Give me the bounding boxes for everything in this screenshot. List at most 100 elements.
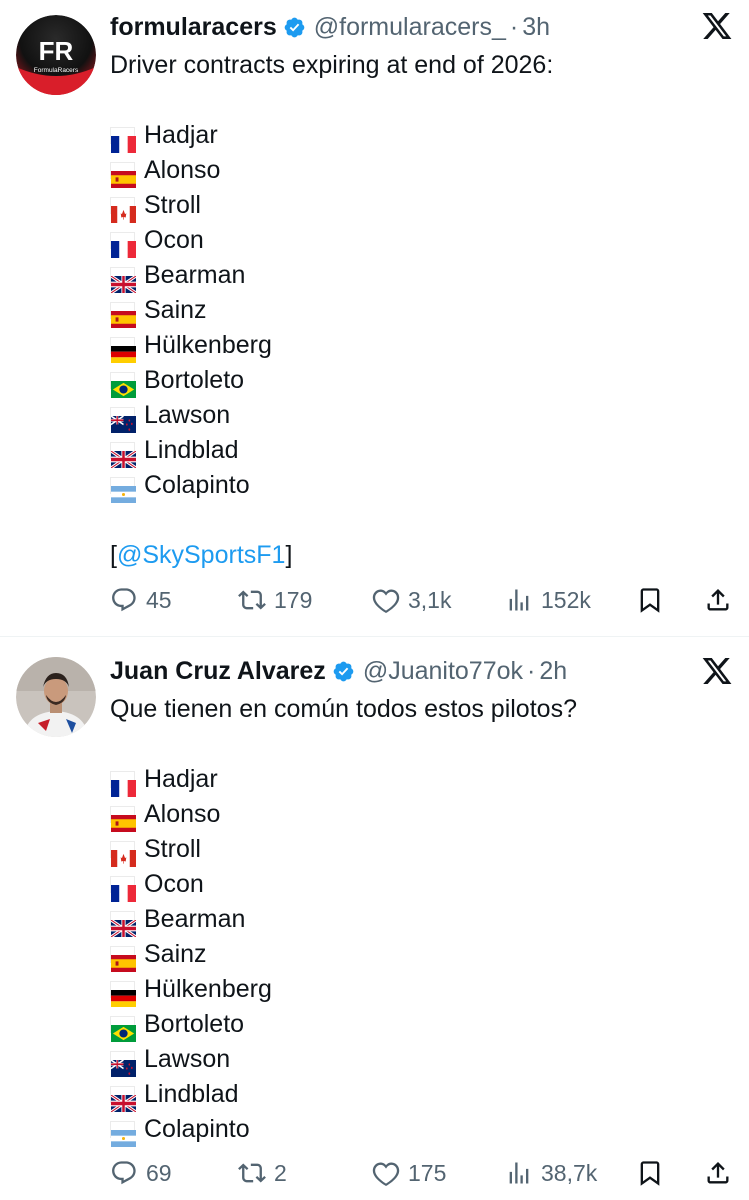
driver-line: Lawson: [110, 398, 729, 433]
author-name[interactable]: Juan Cruz Alvarez: [110, 656, 326, 686]
driver-name: Lindblad: [144, 436, 239, 464]
flag-fr-icon: [110, 771, 136, 797]
reply-icon: [112, 1161, 136, 1185]
flag-fr-icon: [110, 876, 136, 902]
flag-gb-icon: [110, 442, 137, 470]
flag-ar-icon: [110, 1121, 136, 1147]
reply-count: 45: [146, 586, 172, 613]
bookmark-icon: [640, 588, 660, 613]
driver-name: Lawson: [144, 1045, 231, 1073]
mention-link[interactable]: @SkySportsF1: [117, 541, 285, 569]
source-line: [@SkySportsF1]: [110, 538, 729, 573]
driver-name: Bearman: [144, 261, 246, 289]
driver-name: Alonso: [144, 800, 221, 828]
views-button[interactable]: 38,7k: [505, 1158, 597, 1188]
like-count: 175: [408, 1159, 447, 1186]
action-bar: 45 179 3,1k 152k: [110, 585, 729, 615]
author-name[interactable]: formularacers: [110, 12, 277, 42]
timestamp[interactable]: 3h: [522, 12, 550, 42]
driver-name: Hülkenberg: [144, 975, 272, 1003]
share-button[interactable]: [704, 1158, 732, 1188]
tweet-text: Driver contracts expiring at end of 2026…: [110, 48, 729, 573]
views-count: 152k: [541, 586, 591, 613]
like-icon: [372, 1162, 400, 1187]
driver-name: Ocon: [144, 870, 204, 898]
tweet-header: Juan Cruz Alvarez @Juanito77ok · 2h: [110, 656, 699, 686]
flag-ca-icon: [110, 841, 136, 867]
tweet[interactable]: Juan Cruz Alvarez @Juanito77ok · 2h Que …: [0, 637, 749, 1200]
flag-ar-icon: [110, 477, 136, 503]
flag-nz-icon: [110, 407, 136, 433]
driver-name: Hadjar: [144, 765, 218, 793]
flag-es-icon: [110, 162, 136, 188]
flag-fr-icon: [110, 232, 136, 258]
flag-de-icon: [110, 337, 136, 363]
driver-name: Sainz: [144, 296, 207, 324]
close-bracket: ]: [285, 541, 293, 569]
views-count: 38,7k: [541, 1159, 598, 1186]
action-bar: 69 2 175 38,7k: [110, 1158, 729, 1188]
flag-es-icon: [110, 302, 136, 328]
retweet-icon: [238, 590, 266, 610]
driver-list: Hadjar Alonso Stroll Ocon Bearman Sainz Hülken…: [110, 762, 729, 1147]
bookmark-button[interactable]: [636, 585, 664, 615]
reply-button[interactable]: 45: [110, 585, 172, 615]
views-button[interactable]: 152k: [505, 585, 591, 615]
retweet-button[interactable]: 179: [238, 585, 312, 615]
driver-line: Stroll: [110, 188, 729, 223]
reply-icon: [112, 588, 136, 612]
share-button[interactable]: [704, 585, 732, 615]
driver-line: Sainz: [110, 937, 729, 972]
views-icon: [509, 1162, 529, 1184]
tweet[interactable]: FR FormulaRacers formularacers @formular…: [0, 0, 749, 636]
driver-line: Colapinto: [110, 1112, 729, 1147]
driver-line: Lawson: [110, 1042, 729, 1077]
flag-ca-icon: [110, 197, 136, 223]
driver-line: Hadjar: [110, 762, 729, 797]
driver-line: Alonso: [110, 153, 729, 188]
driver-line: Ocon: [110, 223, 729, 258]
flag-es-icon: [110, 946, 136, 972]
tweet-intro: Que tienen en común todos estos pilotos?: [110, 695, 577, 723]
retweet-count: 179: [274, 586, 313, 613]
driver-line: Stroll: [110, 832, 729, 867]
driver-line: Colapinto: [110, 468, 729, 503]
open-bracket: [: [110, 541, 117, 569]
reply-button[interactable]: 69: [110, 1158, 172, 1188]
x-logo-icon: [702, 13, 732, 39]
author-handle[interactable]: @Juanito77ok: [363, 656, 523, 686]
flag-gb-icon: [110, 911, 137, 939]
timestamp[interactable]: 2h: [539, 656, 567, 686]
verified-badge-icon: [284, 17, 305, 37]
driver-name: Colapinto: [144, 471, 250, 499]
flag-gb-icon: [110, 1086, 137, 1114]
driver-line: Bortoleto: [110, 363, 729, 398]
x-logo-icon: [702, 658, 732, 684]
like-button[interactable]: 175: [372, 1158, 446, 1188]
driver-line: Sainz: [110, 293, 729, 328]
reply-count: 69: [146, 1159, 172, 1186]
bookmark-button[interactable]: [636, 1158, 664, 1188]
driver-line: Alonso: [110, 797, 729, 832]
driver-name: Bearman: [144, 905, 246, 933]
retweet-icon: [238, 1163, 266, 1183]
bookmark-icon: [640, 1161, 660, 1186]
avatar[interactable]: FR FormulaRacers: [16, 15, 96, 95]
driver-line: Hülkenberg: [110, 328, 729, 363]
driver-line: Ocon: [110, 867, 729, 902]
profile-photo-icon: [16, 657, 96, 737]
like-button[interactable]: 3,1k: [372, 585, 451, 615]
flag-nz-icon: [110, 1051, 136, 1077]
driver-line: Bortoleto: [110, 1007, 729, 1042]
separator-dot: ·: [527, 657, 536, 685]
avatar[interactable]: [16, 657, 96, 737]
driver-line: Hülkenberg: [110, 972, 729, 1007]
tweet-text: Que tienen en común todos estos pilotos?…: [110, 692, 729, 1147]
driver-name: Bortoleto: [144, 1010, 245, 1038]
author-handle[interactable]: @formularacers_: [314, 12, 506, 42]
retweet-button[interactable]: 2: [238, 1158, 287, 1188]
separator-dot: ·: [509, 13, 519, 41]
driver-name: Colapinto: [144, 1115, 250, 1143]
